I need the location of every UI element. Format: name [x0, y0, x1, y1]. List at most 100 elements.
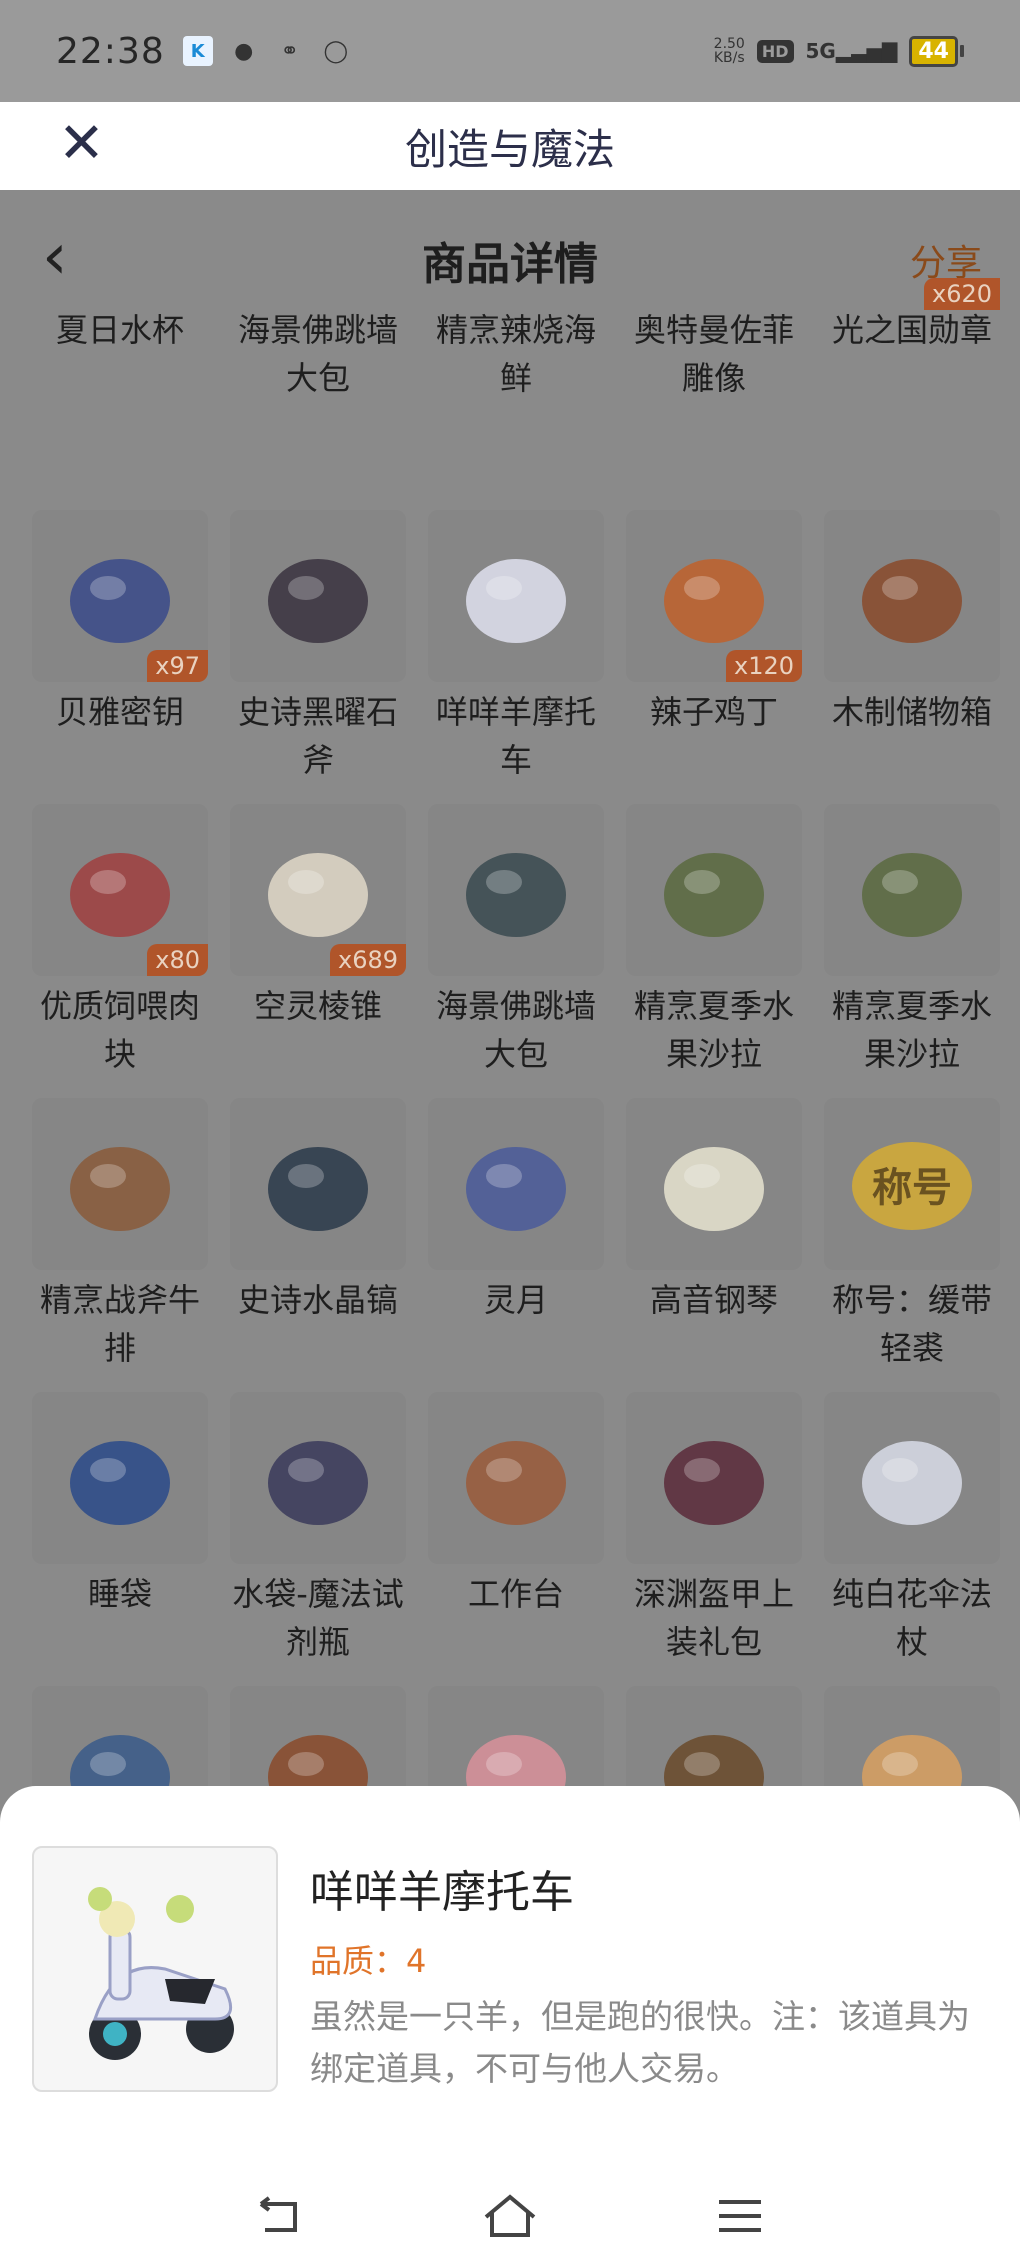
item-detail-sheet: 咩咩羊摩托车 品质：4 虽然是一只羊，但是跑的很快。注：该道具为绑定道具，不可与… — [0, 1786, 1020, 2267]
pickaxe-icon — [230, 1098, 406, 1270]
item-label: 辣子鸡丁 — [649, 693, 778, 731]
item-label: 精烹夏季水果沙拉 — [831, 987, 992, 1073]
grid-item[interactable]: 灵月 — [428, 1098, 604, 1324]
grid-item[interactable]: 奥特曼佐菲雕像 — [626, 300, 802, 402]
grid-item[interactable]: 工作台 — [428, 1392, 604, 1618]
grid-item[interactable]: 深渊盔甲上装礼包 — [626, 1392, 802, 1666]
item-quality: 品质：4 — [310, 1942, 427, 1980]
salad-icon — [626, 804, 802, 976]
axe-icon — [230, 510, 406, 682]
quantity-badge: x120 — [725, 650, 802, 682]
status-time: 22:38 — [56, 30, 165, 72]
grid-item[interactable]: 光之国勋章 x620 — [824, 278, 1000, 354]
grid-item[interactable]: 精烹夏季水果沙拉 — [626, 804, 802, 1078]
grid-item[interactable]: x120 辣子鸡丁 — [626, 510, 802, 736]
grid-item[interactable]: x689 空灵棱锥 — [230, 804, 406, 1030]
item-description: 虽然是一只羊，但是跑的很快。注：该道具为绑定道具，不可与他人交易。 — [310, 1997, 970, 2088]
scooter-icon — [428, 510, 604, 682]
meat-icon: x80 — [32, 804, 208, 976]
quantity-badge: x620 — [923, 278, 1000, 310]
signal-icon: 5G▂▃▅▇ — [805, 39, 898, 63]
page-title: 商品详情 — [422, 239, 598, 290]
item-label: 高音钢琴 — [649, 1281, 778, 1319]
item-label: 精烹辣烧海鲜 — [435, 311, 596, 397]
item-label: 木制储物箱 — [831, 693, 992, 731]
grid-item[interactable]: 咩咩羊摩托车 — [428, 510, 604, 784]
item-label: 纯白花伞法杖 — [831, 1575, 992, 1661]
bowl-icon — [428, 804, 604, 976]
steak-icon — [32, 1098, 208, 1270]
web-header: ✕ 创造与魔法 — [0, 102, 1020, 190]
link-icon: ⚭ — [280, 38, 299, 64]
grid-item[interactable]: 水袋-魔法试剂瓶 — [230, 1392, 406, 1666]
grid-item[interactable]: 高音钢琴 — [626, 1098, 802, 1324]
item-label: 贝雅密钥 — [55, 693, 184, 731]
item-label: 精烹夏季水果沙拉 — [633, 987, 794, 1073]
grid-item[interactable]: 木制储物箱 — [824, 510, 1000, 736]
status-bar: 22:38 K ● ⚭ ◯ 2.50 KB/s HD 5G▂▃▅▇ 44 — [0, 0, 1020, 102]
item-label: 精烹战斧牛排 — [39, 1281, 200, 1367]
item-label: 优质饲喂肉块 — [39, 987, 200, 1073]
quantity-badge: x689 — [329, 944, 406, 976]
chest-icon — [824, 510, 1000, 682]
sleeping-bag-icon — [32, 1392, 208, 1564]
battery-icon: 44 — [909, 35, 964, 67]
item-label: 深渊盔甲上装礼包 — [633, 1575, 794, 1661]
status-right: 2.50 KB/s HD 5G▂▃▅▇ 44 — [713, 35, 964, 67]
badge-text: 称号 — [872, 1165, 952, 1211]
item-label: 海景佛跳墙大包 — [435, 987, 596, 1073]
grid-item[interactable]: 史诗黑曜石斧 — [230, 510, 406, 784]
item-label: 海景佛跳墙大包 — [237, 311, 398, 397]
quantity-badge: x80 — [147, 944, 208, 976]
grid-item[interactable]: 史诗水晶镐 — [230, 1098, 406, 1324]
scooter-icon — [32, 1846, 278, 2092]
grid-item[interactable]: 精烹辣烧海鲜 — [428, 300, 604, 402]
cloud-icon: ◯ — [323, 38, 349, 64]
salad-icon — [824, 804, 1000, 976]
back-icon[interactable] — [250, 2186, 310, 2246]
grid-item[interactable]: 夏日水杯 — [32, 300, 208, 354]
item-label: 空灵棱锥 — [253, 987, 382, 1025]
item-label: 睡袋 — [87, 1575, 152, 1613]
workbench-icon — [428, 1392, 604, 1564]
armor-icon — [626, 1392, 802, 1564]
item-title: 咩咩羊摩托车 — [310, 1867, 574, 1918]
item-label: 咩咩羊摩托车 — [435, 693, 596, 779]
grid-item[interactable]: 称号称号：缓带轻裘 — [824, 1098, 1000, 1372]
notification-icons: K ● ⚭ ◯ — [182, 36, 351, 66]
item-label: 水袋-魔法试剂瓶 — [232, 1575, 404, 1661]
title-badge-icon: 称号 — [824, 1098, 1000, 1270]
item-label: 光之国勋章 — [831, 311, 992, 349]
item-label: 称号：缓带轻裘 — [831, 1281, 992, 1367]
network-speed: 2.50 KB/s — [713, 36, 745, 66]
item-label: 夏日水杯 — [55, 311, 184, 349]
flask-icon — [230, 1392, 406, 1564]
message-icon: ● — [234, 38, 254, 64]
home-icon[interactable] — [480, 2186, 540, 2246]
item-label: 史诗黑曜石斧 — [237, 693, 398, 779]
grid-item[interactable]: 海景佛跳墙大包 — [230, 300, 406, 402]
grid-item[interactable]: 睡袋 — [32, 1392, 208, 1618]
item-label: 工作台 — [467, 1575, 564, 1613]
grid-item[interactable]: 纯白花伞法杖 — [824, 1392, 1000, 1666]
quantity-badge: x97 — [147, 650, 208, 682]
grid-item[interactable]: 海景佛跳墙大包 — [428, 804, 604, 1078]
dish-icon: x120 — [626, 510, 802, 682]
item-label: 奥特曼佐菲雕像 — [633, 311, 794, 397]
piano-icon — [626, 1098, 802, 1270]
item-label: 史诗水晶镐 — [237, 1281, 398, 1319]
key-card-icon: x97 — [32, 510, 208, 682]
item-label: 灵月 — [483, 1281, 548, 1319]
grid-item[interactable]: 精烹夏季水果沙拉 — [824, 804, 1000, 1078]
grid-item[interactable]: x80 优质饲喂肉块 — [32, 804, 208, 1078]
hd-icon: HD — [756, 39, 794, 63]
grid-item[interactable]: 精烹战斧牛排 — [32, 1098, 208, 1372]
umbrella-icon — [824, 1392, 1000, 1564]
crystal-icon: x689 — [230, 804, 406, 976]
grid-item[interactable]: x97 贝雅密钥 — [32, 510, 208, 736]
web-title: 创造与魔法 — [404, 124, 615, 174]
close-icon[interactable]: ✕ — [58, 112, 114, 176]
menu-icon[interactable] — [710, 2186, 770, 2246]
moon-icon — [428, 1098, 604, 1270]
system-nav-bar — [0, 2176, 1020, 2256]
